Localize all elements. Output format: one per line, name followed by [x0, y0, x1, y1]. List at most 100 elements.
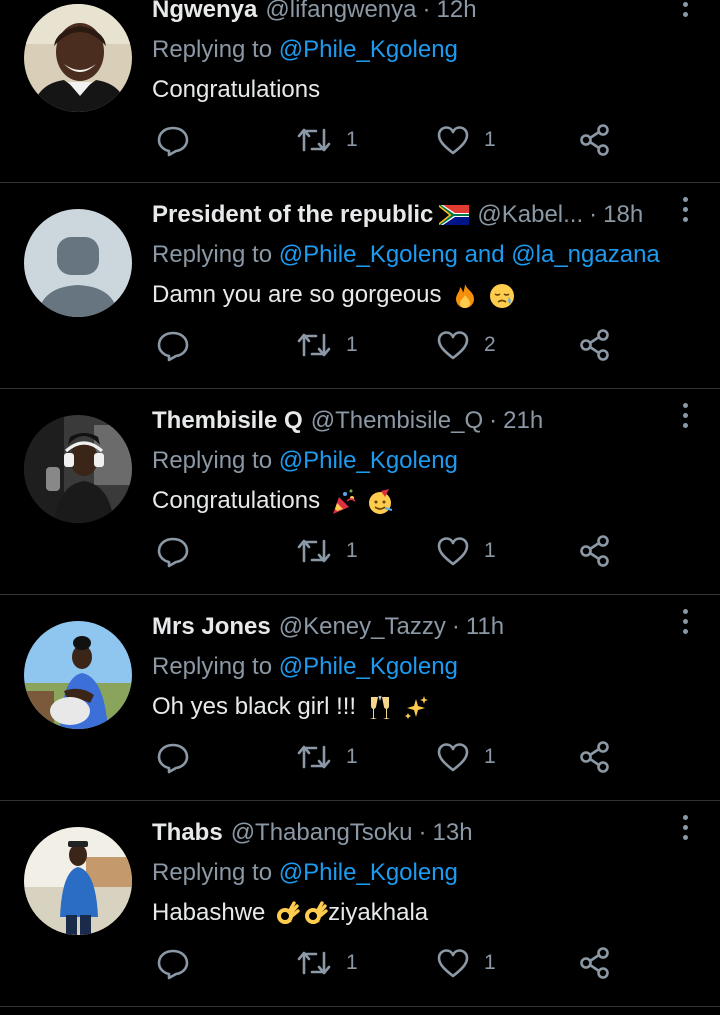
like-count: 2 [484, 333, 496, 356]
retweet-button[interactable]: 1 [296, 531, 358, 571]
tweet-text-body: Congratulations [152, 487, 321, 514]
reply-icon [157, 537, 189, 568]
reply-icon [157, 743, 189, 774]
like-count: 1 [484, 951, 496, 974]
display-name[interactable]: Mrs Jones [152, 613, 271, 641]
user-handle[interactable]: @Keney_Tazzy [279, 613, 446, 641]
replying-to: Replying to @Phile_Kgoleng [152, 647, 720, 687]
replies-feed: Ngwenya @lifangwenya · 12h Replying to @… [0, 0, 720, 1007]
avatar[interactable] [24, 209, 132, 317]
reply-icon [157, 331, 189, 362]
tweet-header: Mrs Jones @Keney_Tazzy · 11h [152, 607, 720, 647]
mention-link[interactable]: @Phile_Kgoleng [279, 653, 458, 680]
more-options-icon[interactable] [680, 815, 690, 843]
partying-face-emoji-icon [369, 488, 393, 514]
heart-icon [437, 743, 469, 772]
avatar[interactable] [24, 415, 132, 523]
replying-to: Replying to @Phile_Kgoleng [152, 441, 720, 481]
like-button[interactable]: 1 [436, 943, 496, 983]
reply-button[interactable] [156, 120, 190, 160]
user-handle[interactable]: @Thembisile_Q [311, 407, 483, 435]
separator-dot: · [418, 819, 427, 846]
more-options-icon[interactable] [680, 0, 690, 20]
like-button[interactable]: 1 [436, 737, 496, 777]
display-name[interactable]: President of the republic [152, 201, 433, 229]
share-button[interactable] [578, 943, 612, 983]
reply-tweet[interactable]: Thabs @ThabangTsoku · 13h Replying to @P… [0, 801, 720, 1007]
tweet-text-body: Oh yes black girl !!! [152, 693, 357, 720]
reply-tweet[interactable]: President of the republic @Kabel... · 18… [0, 183, 720, 389]
heart-icon [437, 537, 469, 566]
action-bar: 1 1 [152, 943, 622, 983]
replying-to: Replying to @Phile_Kgoleng [152, 30, 720, 70]
user-handle[interactable]: @Kabel... [477, 201, 583, 229]
reply-tweet[interactable]: Thembisile Q @Thembisile_Q · 21h Replyin… [0, 389, 720, 595]
share-icon [580, 329, 609, 361]
retweet-icon [297, 745, 331, 769]
retweet-count: 1 [346, 333, 358, 356]
retweet-button[interactable]: 1 [296, 737, 358, 777]
heart-icon [437, 949, 469, 978]
retweet-button[interactable]: 1 [296, 120, 358, 160]
share-button[interactable] [578, 737, 612, 777]
tweet-text-body: Habashwe [152, 899, 266, 926]
retweet-count: 1 [346, 951, 358, 974]
retweet-count: 1 [346, 128, 358, 151]
retweet-icon [297, 951, 331, 975]
retweet-icon [297, 539, 331, 563]
replying-to-label: Replying to [152, 859, 279, 886]
tweet-text-body: Congratulations [152, 76, 321, 103]
timestamp[interactable]: 13h [433, 819, 473, 847]
like-button[interactable]: 1 [436, 531, 496, 571]
replying-to: Replying to @Phile_Kgoleng [152, 853, 720, 893]
share-button[interactable] [578, 120, 612, 160]
avatar-photo [24, 415, 132, 523]
avatar[interactable] [24, 621, 132, 729]
mention-link[interactable]: @Phile_Kgoleng [279, 447, 458, 474]
display-name[interactable]: Thembisile Q [152, 407, 303, 435]
display-name[interactable]: Thabs [152, 819, 223, 847]
separator-dot: · [489, 407, 498, 434]
tweet-text: Habashwe ziyakhala [152, 893, 720, 933]
share-button[interactable] [578, 325, 612, 365]
timestamp[interactable]: 21h [503, 407, 543, 435]
action-bar: 1 1 [152, 531, 622, 571]
user-handle[interactable]: @lifangwenya [265, 0, 416, 24]
tweet-text: Oh yes black girl !!! [152, 687, 720, 727]
like-count: 1 [484, 745, 496, 768]
action-bar: 1 1 [152, 737, 622, 777]
avatar-photo [24, 4, 132, 112]
timestamp[interactable]: 18h [603, 201, 643, 229]
reply-tweet[interactable]: Mrs Jones @Keney_Tazzy · 11h Replying to… [0, 595, 720, 801]
more-options-icon[interactable] [680, 197, 690, 225]
display-name[interactable]: Ngwenya [152, 0, 257, 24]
reply-button[interactable] [156, 943, 190, 983]
reply-button[interactable] [156, 325, 190, 365]
replying-to-label: Replying to [152, 653, 279, 680]
mention-link[interactable]: @Phile_Kgoleng [279, 859, 458, 886]
like-count: 1 [484, 539, 496, 562]
avatar[interactable] [24, 827, 132, 935]
timestamp[interactable]: 12h [437, 0, 477, 24]
tweet-text-suffix: ziyakhala [328, 899, 429, 926]
retweet-button[interactable]: 1 [296, 325, 358, 365]
retweet-count: 1 [346, 539, 358, 562]
clinking-glasses-emoji-icon [369, 695, 390, 719]
reply-button[interactable] [156, 531, 190, 571]
reply-tweet[interactable]: Ngwenya @lifangwenya · 12h Replying to @… [0, 0, 720, 183]
like-button[interactable]: 2 [436, 325, 496, 365]
south-africa-flag-icon [439, 205, 470, 225]
more-options-icon[interactable] [680, 403, 690, 431]
share-icon [580, 741, 609, 773]
reply-button[interactable] [156, 737, 190, 777]
like-button[interactable]: 1 [436, 120, 496, 160]
timestamp[interactable]: 11h [466, 613, 504, 641]
mention-link[interactable]: @Phile_Kgoleng [279, 36, 458, 63]
retweet-button[interactable]: 1 [296, 943, 358, 983]
share-button[interactable] [578, 531, 612, 571]
more-options-icon[interactable] [680, 609, 690, 637]
user-handle[interactable]: @ThabangTsoku [231, 819, 413, 847]
avatar[interactable] [24, 4, 132, 112]
tweet-header: Ngwenya @lifangwenya · 12h [152, 0, 720, 30]
mention-link[interactable]: @Phile_Kgoleng and @la_ngazana [279, 241, 660, 268]
